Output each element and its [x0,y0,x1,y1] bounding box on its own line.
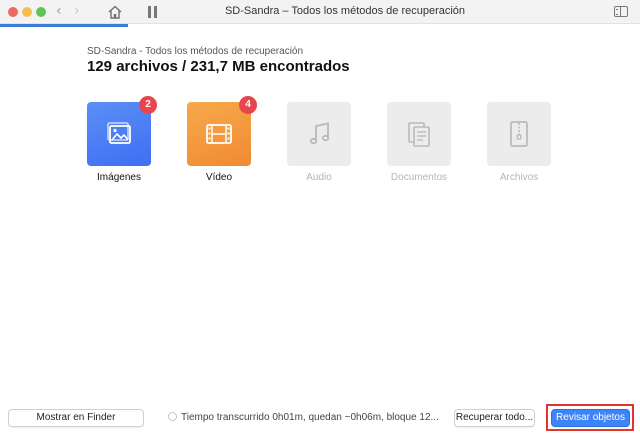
scan-status: Tiempo transcurrido 0h01m, quedan ~0h06m… [168,412,440,423]
category-audio-label: Audio [306,172,332,183]
category-images-label[interactable]: Imágenes [69,172,169,183]
film-icon [206,124,232,144]
category-audio-tile [287,102,351,166]
documents-icon [408,122,430,147]
title-bar: ‹ › SD-Sandra – Todos los métodos de rec… [0,0,640,24]
app-window: ‹ › SD-Sandra – Todos los métodos de rec… [0,0,640,433]
show-in-finder-button[interactable]: Mostrar en Finder [8,409,144,427]
results-headline: 129 archivos / 231,7 MB encontrados [87,58,350,75]
close-window-button[interactable] [8,7,18,17]
category-archives-tile [487,102,551,166]
zoom-window-button[interactable] [36,7,46,17]
video-count-badge: 4 [239,96,257,114]
pause-scan-icon[interactable] [148,6,158,18]
recover-all-button[interactable]: Recuperar todo... [454,409,535,427]
minimize-window-button[interactable] [22,7,32,17]
source-subtitle: SD-Sandra - Todos los métodos de recuper… [87,46,304,57]
image-icon [107,122,131,144]
loading-spinner-icon [168,412,177,421]
images-count-badge: 2 [139,96,157,114]
review-items-button[interactable]: Revisar objetos [551,409,630,427]
category-video-tile[interactable]: 4 [187,96,257,166]
forward-chevron-icon[interactable]: › [74,3,80,19]
category-documents-tile [387,102,451,166]
scan-progress-bar [0,24,128,27]
category-archives-label: Archivos [499,172,539,183]
category-images-tile[interactable]: 2 [87,96,157,166]
back-chevron-icon[interactable]: ‹ [56,3,62,19]
home-icon[interactable] [107,4,123,20]
sidebar-toggle-icon[interactable] [614,6,628,17]
category-documents-label: Documentos [390,172,448,183]
scan-status-text: Tiempo transcurrido 0h01m, quedan ~0h06m… [181,412,439,423]
category-video-label[interactable]: Vídeo [169,172,269,183]
window-title: SD-Sandra – Todos los métodos de recuper… [224,5,466,17]
archive-icon [510,121,528,147]
music-note-icon [309,122,330,145]
